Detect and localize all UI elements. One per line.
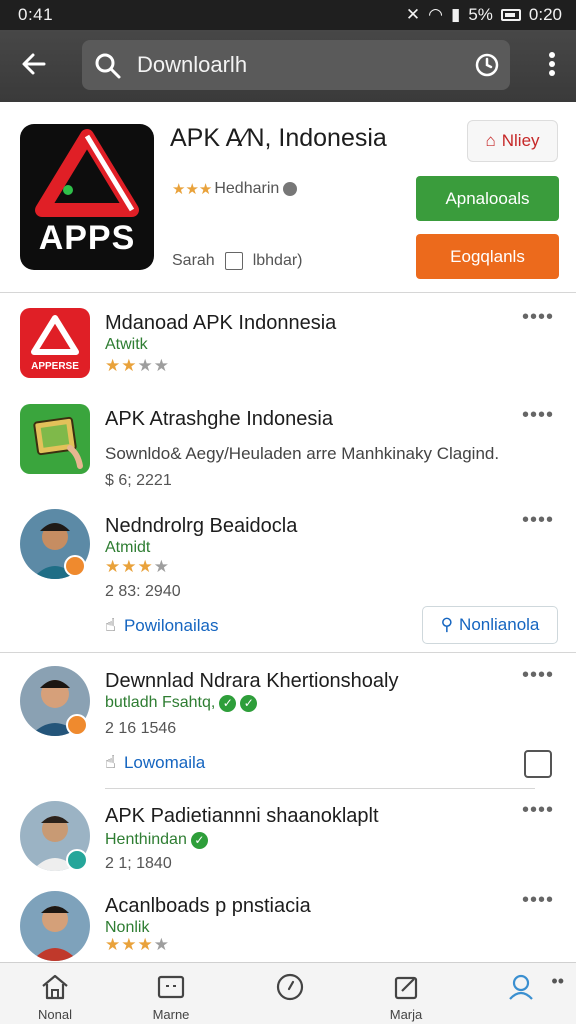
battery-percent: 5% [468,5,493,24]
app-screen: 0:41 ✕ ◠ ▮ 5% 0:20 Downloarlh APPS APK A… [0,0,576,1024]
verified-check-icon: ✓ [219,694,237,712]
item-more-icon[interactable]: •••• [522,889,554,912]
signal-icon: ▮ [450,5,461,24]
battery-icon [500,9,521,21]
checkbox-icon [224,252,243,270]
item-more-icon[interactable]: •••• [522,799,554,822]
list-item[interactable]: Acanlboads p pnstiacia Nonlik ★★★★ •••• [0,885,576,962]
item-developer: butladh Fsahtq, ✓ ✓ [105,694,258,712]
item-more-icon[interactable]: •••• [522,306,554,329]
item-title: Acanlboads p pnstiacia [105,895,311,917]
status-time: 0:41 [18,5,54,24]
list-item[interactable]: Nedndrolrg Beaidocla Atmidt ★★★★ 2 83: 2… [0,505,576,645]
inbox-icon [157,975,185,999]
nav-updates[interactable] [245,971,335,1007]
thumbs-up-icon: ☝ [105,752,116,772]
featured-app-card: APPS APK A⁄N, Indonesia ★★★ Hedharin Sar… [0,102,576,292]
item-thumbnail: APPERSE [20,308,90,378]
item-title: APK Atrashghe Indonesia [105,408,333,430]
top-app-bar: Downloarlh [0,30,576,102]
search-icon [95,53,121,79]
nav-more-icon[interactable]: •• [551,971,564,992]
app-logo-text: APPS [38,219,136,257]
item-star-rating: ★★★★ [105,935,170,954]
nav-home[interactable]: Nonal [10,971,100,1022]
verified-check-icon: ✓ [240,694,258,712]
item-meta: $ 6; 2221 [105,472,172,489]
item-more-icon[interactable]: •••• [522,509,554,532]
info-icon [283,182,298,196]
star-rating-icon: ★★★ [172,181,213,198]
item-meta: 2 83: 2940 [105,583,181,600]
status-clock-right: 0:20 [528,5,562,24]
item-meta: 2 1; 1840 [105,855,172,872]
history-clock-icon[interactable] [474,52,500,78]
item-more-icon[interactable]: •••• [522,404,554,427]
item-star-rating: ★★★★ [105,557,170,576]
app-rating: ★★★ Hedharin [172,180,298,198]
nav-library[interactable]: Marja [361,971,451,1022]
item-meta: 2 16 1546 [105,720,177,737]
list-item[interactable]: APK Padietiannni shaanoklaplt Henthindan… [0,795,576,880]
divider [0,292,576,293]
tag-icon: ⌂ [485,131,496,150]
item-title: APK Padietiannni shaanoklaplt [105,805,379,827]
badge-icon [66,849,88,871]
item-thumbnail [20,404,90,474]
clipboard-edit-icon [394,976,418,1000]
overflow-menu-icon[interactable] [548,52,556,80]
list-item[interactable]: Dewnnlad Ndrara Khertionshoaly butladh F… [0,660,576,785]
avatar [20,891,90,961]
wifi-icon: ◠ [428,5,443,24]
divider [0,652,576,653]
nav-apps[interactable]: Marne [126,971,216,1022]
item-developer: Atmidt [105,539,151,556]
thumbs-up-icon: ☝ [105,615,116,635]
item-action-link[interactable]: ☝ Powilonailas [105,615,218,636]
item-star-rating: ★★★★ [105,356,170,375]
badge-icon [66,714,88,736]
list-item[interactable]: APPERSE Mdanoad APK Indonnesia Atwitk ★★… [0,300,576,395]
triangle-logo-icon [35,129,139,217]
app-meta: Sarah lbhdar) [172,252,303,270]
edit-icon[interactable] [524,750,552,778]
app-logo[interactable]: APPS [20,124,154,270]
compass-icon [276,973,304,1001]
item-action-link[interactable]: ☝ Lowomaila [105,752,205,773]
verified-check-icon: ✓ [190,831,208,849]
status-bar: 0:41 ✕ ◠ ▮ 5% 0:20 [0,0,576,30]
back-arrow-icon[interactable] [18,48,50,80]
item-more-icon[interactable]: •••• [522,664,554,687]
item-description: Sownldo& Aegy/Heuladen arre Manhkinaky C… [105,444,500,463]
divider [105,788,535,789]
item-developer: Henthindan ✓ [105,831,208,849]
item-title: Dewnnlad Ndrara Khertionshoaly [105,670,399,692]
profile-icon [509,974,533,1000]
dnd-icon: ✕ [405,5,421,24]
list-item[interactable]: APK Atrashghe Indonesia Sownldo& Aegy/He… [0,400,576,500]
pin-icon: ⚲ [440,615,454,634]
item-title: Nedndrolrg Beaidocla [105,515,298,537]
badge-icon [64,555,86,577]
home-icon [42,974,68,1000]
search-input[interactable]: Downloarlh [137,52,247,78]
item-title: Mdanoad APK Indonnesia [105,312,337,334]
search-bar[interactable]: Downloarlh [82,40,510,90]
download-button[interactable]: Eogqlanls [416,234,559,279]
item-developer: Atwitk [105,336,148,353]
item-action-button[interactable]: ⚲ Nonlianola [422,606,558,644]
bottom-navigation: Nonal Marne Marja •• [0,962,576,1024]
app-title: APK A⁄N, Indonesia [170,124,387,152]
tag-button[interactable]: ⌂ Nliey [467,120,558,162]
install-button[interactable]: Apnalooals [416,176,559,221]
tablet-icon [33,416,83,469]
